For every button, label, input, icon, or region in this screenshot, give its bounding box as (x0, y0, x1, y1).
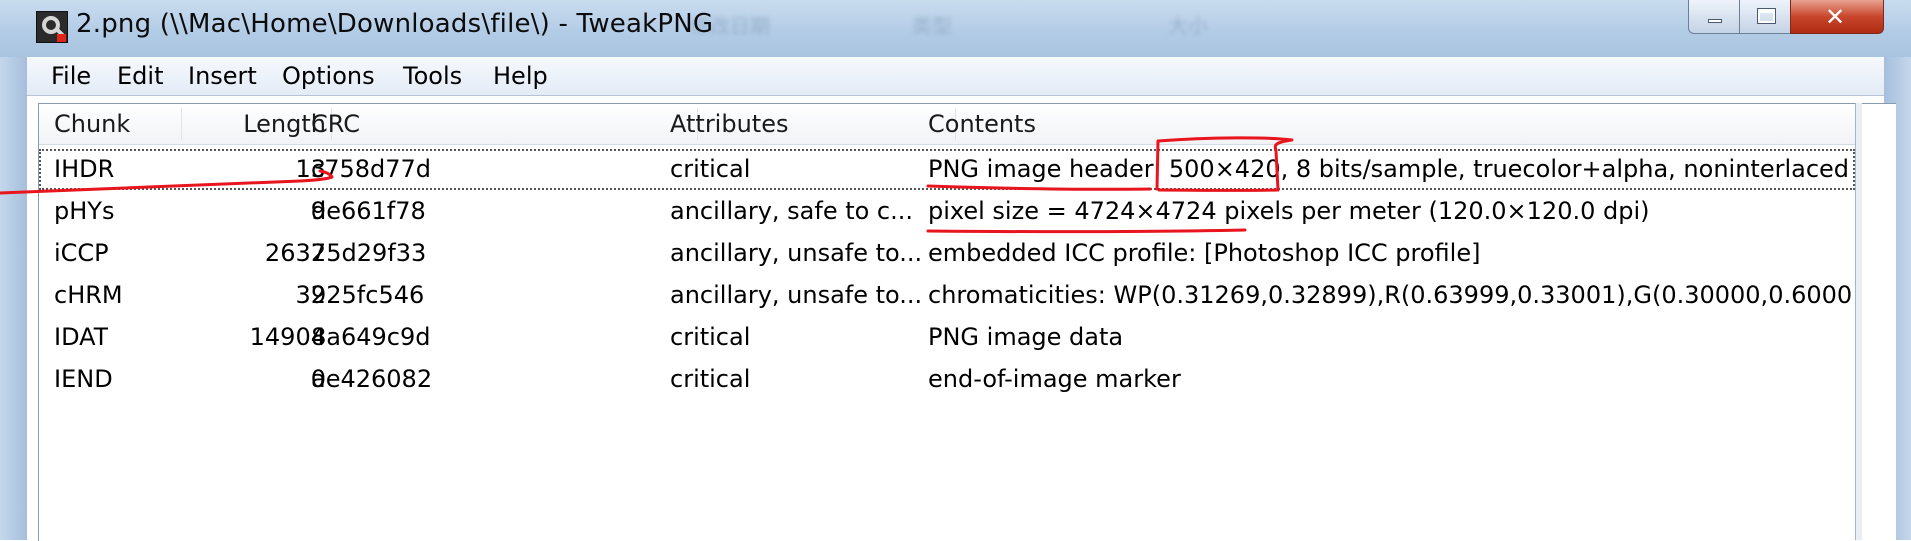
chunk-contents: chromaticities: WP(0.31269,0.32899),R(0.… (928, 281, 1852, 309)
menu-options[interactable]: Options (282, 62, 375, 90)
minimize-icon (1708, 19, 1722, 23)
chunk-contents: pixel size = 4724×4724 pixels per meter … (928, 197, 1650, 225)
chunk-row-iccp[interactable]: iCCP 2637 25d29f33 ancillary, unsafe to.… (39, 233, 1855, 274)
column-header-contents[interactable]: Contents (928, 104, 1036, 144)
chunk-attributes: ancillary, safe to c... (670, 197, 914, 225)
background-header-type: 类型 (912, 14, 952, 38)
maximize-button[interactable] (1739, 0, 1791, 34)
chunk-length: 9 (310, 197, 326, 225)
chunk-name: pHYs (54, 197, 115, 225)
column-header-crc[interactable]: CRC (311, 104, 360, 144)
chunk-crc: c758d77d (311, 155, 432, 183)
chunk-contents: PNG image header: 500×420, 8 bits/sample… (928, 155, 1850, 183)
menu-insert[interactable]: Insert (188, 62, 257, 90)
chunk-length: 32 (295, 281, 326, 309)
column-header-attributes[interactable]: Attributes (670, 104, 788, 144)
chunk-length: 0 (310, 365, 326, 393)
close-button[interactable]: ✕ (1790, 0, 1884, 34)
chunk-row-phys[interactable]: pHYs 9 de661f78 ancillary, safe to c... … (39, 191, 1855, 232)
chunk-name: iCCP (54, 239, 109, 267)
menu-tools[interactable]: Tools (403, 62, 462, 90)
chunk-contents: embedded ICC profile: [Photoshop ICC pro… (928, 239, 1481, 267)
chunk-row-iend[interactable]: IEND 0 ae426082 critical end-of-image ma… (39, 359, 1855, 400)
chunk-name: IDAT (54, 323, 109, 351)
chunk-attributes: ancillary, unsafe to... (670, 239, 923, 267)
background-header-size: 大小 (1168, 14, 1208, 38)
column-header-chunk[interactable]: Chunk (54, 104, 130, 144)
chunk-attributes: ancillary, unsafe to... (670, 281, 923, 309)
chunk-attributes: critical (670, 323, 751, 351)
chunk-length: 2637 (264, 239, 326, 267)
chunk-attributes: critical (670, 155, 751, 183)
chunk-contents: PNG image data (928, 323, 1124, 351)
menu-edit[interactable]: Edit (117, 62, 163, 90)
window-title: 2.png (\\Mac\Home\Downloads\file\) - Twe… (76, 9, 714, 39)
chunk-crc: ae426082 (311, 365, 433, 393)
maximize-icon (1757, 8, 1776, 24)
minimize-button[interactable] (1688, 0, 1740, 34)
chunk-crc: 8a649c9d (311, 323, 431, 351)
tweakpng-app-icon[interactable] (36, 11, 68, 43)
chunk-name: IHDR (54, 155, 115, 183)
chunk-row-ihdr[interactable]: IHDR 13 c758d77d critical PNG image head… (39, 149, 1855, 190)
chunk-length: 13 (295, 155, 326, 183)
chunk-crc: 25d29f33 (311, 239, 427, 267)
list-header: Chunk Length CRC Attributes Contents (39, 104, 1855, 145)
chunk-crc: 925fc546 (311, 281, 425, 309)
chunk-crc: de661f78 (311, 197, 426, 225)
chunk-name: IEND (54, 365, 113, 393)
chunk-contents: end-of-image marker (928, 365, 1181, 393)
chunk-row-chrm[interactable]: cHRM 32 925fc546 ancillary, unsafe to...… (39, 275, 1855, 316)
chunk-name: cHRM (54, 281, 123, 309)
menu-help[interactable]: Help (493, 62, 548, 90)
close-icon: ✕ (1825, 3, 1846, 31)
chunk-length: 14904 (249, 323, 326, 351)
window-frame-left (0, 57, 27, 540)
chunk-attributes: critical (670, 365, 751, 393)
chunk-row-idat[interactable]: IDAT 14904 8a649c9d critical PNG image d… (39, 317, 1855, 358)
column-header-length[interactable]: Length (182, 104, 326, 144)
menu-file[interactable]: File (51, 62, 91, 90)
list-scroll-edge[interactable] (1855, 103, 1862, 540)
menu-bar: File Edit Insert Options Tools Help (27, 57, 1884, 96)
title-bar[interactable]: 修改日期 类型 大小 2.png (\\Mac\Home\Downloads\f… (0, 0, 1911, 57)
